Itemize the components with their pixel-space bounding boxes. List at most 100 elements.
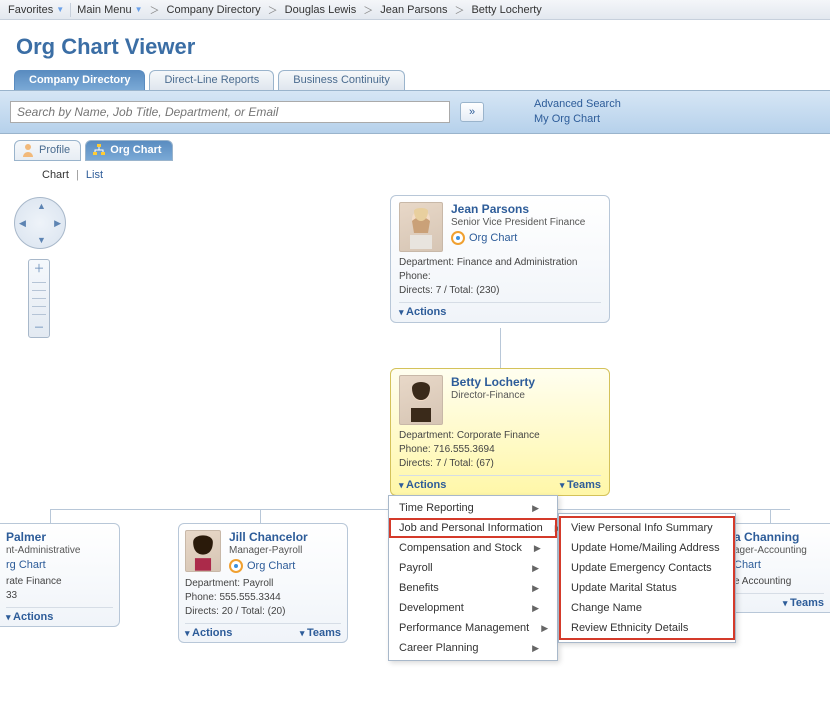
- directs-value: 7: [436, 285, 442, 296]
- zoom-out-button[interactable]: －: [29, 322, 49, 334]
- person-card-child[interactable]: a Channing ager-Accounting Chart e Accou…: [727, 523, 830, 613]
- actions-dropdown[interactable]: Actions: [6, 611, 53, 623]
- menu-item-payroll[interactable]: Payroll▶: [389, 558, 557, 578]
- org-chart-link[interactable]: Org Chart: [229, 559, 308, 573]
- avatar: [399, 202, 443, 252]
- avatar: [185, 530, 221, 572]
- chevron-right-icon: ＞: [360, 2, 376, 17]
- tab-profile[interactable]: Profile: [14, 140, 81, 161]
- menu-item-development[interactable]: Development▶: [389, 598, 557, 618]
- person-card-child[interactable]: Jill Chancelor Manager-Payroll Org Chart…: [178, 523, 348, 643]
- chevron-right-icon: ▶: [534, 543, 541, 554]
- menu-item-time-reporting[interactable]: Time Reporting▶: [389, 498, 557, 518]
- tab-company-directory[interactable]: Company Directory: [14, 70, 145, 90]
- actions-menu: Time Reporting▶ Job and Personal Informa…: [388, 495, 558, 661]
- pan-down-button[interactable]: ▼: [37, 235, 46, 245]
- tab-org-chart[interactable]: Org Chart: [85, 140, 172, 161]
- view-toggle: Chart | List: [0, 161, 830, 185]
- job-title: ager-Accounting: [734, 545, 824, 556]
- zoom-slider[interactable]: ＋ －: [28, 259, 50, 338]
- teams-dropdown[interactable]: Teams: [783, 597, 824, 609]
- tab-org-chart-label: Org Chart: [110, 144, 161, 156]
- chevron-right-icon: ▶: [532, 503, 539, 514]
- breadcrumb[interactable]: Jean Parsons: [376, 4, 451, 16]
- org-chart-canvas[interactable]: ▲ ▼ ◀ ▶ ＋ － Jean Parsons Senior Vice Pre…: [0, 191, 830, 711]
- dept-value: Finance and Administration: [457, 257, 578, 268]
- org-chart-link[interactable]: Chart: [734, 559, 824, 571]
- job-title: Senior Vice President Finance: [451, 217, 585, 228]
- menu-item-update-home-address[interactable]: Update Home/Mailing Address: [561, 538, 733, 558]
- person-card-parent[interactable]: Jean Parsons Senior Vice President Finan…: [390, 195, 610, 323]
- total-label: Total:: [449, 285, 473, 296]
- person-name-link[interactable]: a Channing: [734, 530, 824, 544]
- chevron-right-icon: ▶: [532, 563, 539, 574]
- menu-item-view-personal-info[interactable]: View Personal Info Summary: [561, 518, 733, 538]
- dept-value: Payroll: [243, 578, 274, 589]
- actions-dropdown[interactable]: Actions: [399, 306, 446, 318]
- menu-item-benefits[interactable]: Benefits▶: [389, 578, 557, 598]
- actions-dropdown[interactable]: Actions: [399, 479, 446, 491]
- breadcrumb-bar: Favorites▼ Main Menu▼ ＞ Company Director…: [0, 0, 830, 20]
- teams-dropdown[interactable]: Teams: [300, 627, 341, 639]
- tab-direct-line-reports[interactable]: Direct-Line Reports: [149, 70, 274, 90]
- person-name-link[interactable]: Betty Locherty: [451, 375, 535, 389]
- jpi-submenu: View Personal Info Summary Update Home/M…: [558, 513, 736, 643]
- teams-dropdown[interactable]: Teams: [560, 479, 601, 491]
- menu-item-career-planning[interactable]: Career Planning▶: [389, 638, 557, 658]
- dept-label: Department:: [399, 257, 454, 268]
- person-name-link[interactable]: Palmer: [6, 530, 113, 544]
- pan-right-button[interactable]: ▶: [54, 218, 61, 229]
- menu-item-compensation-stock[interactable]: Compensation and Stock▶: [389, 538, 557, 558]
- search-bar: » Advanced Search My Org Chart: [0, 90, 830, 134]
- view-list-link[interactable]: List: [86, 169, 103, 181]
- person-name-link[interactable]: Jill Chancelor: [229, 530, 308, 544]
- directs-value: 7: [436, 458, 442, 469]
- org-chart-link[interactable]: Org Chart: [451, 231, 585, 245]
- phone-label: Phone:: [399, 271, 431, 282]
- page-title: Org Chart Viewer: [0, 20, 830, 70]
- tab-business-continuity[interactable]: Business Continuity: [278, 70, 405, 90]
- breadcrumb[interactable]: Company Directory: [163, 4, 265, 16]
- menu-item-change-name[interactable]: Change Name: [561, 598, 733, 618]
- menu-item-update-marital-status[interactable]: Update Marital Status: [561, 578, 733, 598]
- breadcrumb[interactable]: Betty Locherty: [467, 4, 545, 16]
- person-card-focus[interactable]: Betty Locherty Director-Finance Departme…: [390, 368, 610, 496]
- zoom-in-button[interactable]: ＋: [29, 263, 49, 275]
- chevron-down-icon: ▼: [56, 5, 64, 14]
- actions-dropdown[interactable]: Actions: [185, 627, 232, 639]
- person-name-link[interactable]: Jean Parsons: [451, 202, 585, 216]
- pan-up-button[interactable]: ▲: [37, 201, 46, 211]
- menu-item-job-personal-info[interactable]: Job and Personal Information▶: [389, 518, 557, 538]
- avatar: [399, 375, 443, 425]
- pan-pad[interactable]: ▲ ▼ ◀ ▶: [14, 197, 66, 249]
- menu-item-performance[interactable]: Performance Management▶: [389, 618, 557, 638]
- org-chart-link[interactable]: rg Chart: [6, 559, 113, 571]
- favorites-menu[interactable]: Favorites▼: [4, 4, 68, 16]
- chevron-right-icon: ▶: [532, 643, 539, 654]
- menu-item-review-ethnicity[interactable]: Review Ethnicity Details: [561, 618, 733, 638]
- advanced-search-link[interactable]: Advanced Search: [534, 97, 621, 112]
- chevron-right-icon: ▶: [532, 603, 539, 614]
- phone-value: 33: [6, 590, 17, 601]
- chevron-right-icon: ▶: [541, 623, 548, 634]
- connector-line: [770, 509, 771, 523]
- person-card-child[interactable]: Palmer nt-Administrative rg Chart rate F…: [0, 523, 120, 627]
- job-title: Manager-Payroll: [229, 545, 308, 556]
- breadcrumb[interactable]: Douglas Lewis: [281, 4, 361, 16]
- search-input[interactable]: [10, 101, 450, 123]
- menu-item-update-emergency-contacts[interactable]: Update Emergency Contacts: [561, 558, 733, 578]
- view-chart-current: Chart: [42, 169, 69, 181]
- chevron-right-icon: ＞: [265, 2, 281, 17]
- phone-value: 716.555.3694: [433, 444, 494, 455]
- chevron-right-icon: ▶: [532, 583, 539, 594]
- pan-left-button[interactable]: ◀: [19, 218, 26, 229]
- double-chevron-icon: »: [469, 106, 475, 118]
- dept-value: e Accounting: [734, 576, 791, 587]
- hierarchy-icon: [92, 143, 106, 157]
- my-org-chart-link[interactable]: My Org Chart: [534, 112, 621, 127]
- main-menu[interactable]: Main Menu▼: [73, 4, 146, 16]
- search-go-button[interactable]: »: [460, 102, 484, 122]
- chevron-right-icon: ＞: [451, 2, 467, 17]
- pan-zoom-control: ▲ ▼ ◀ ▶ ＋ －: [14, 197, 68, 338]
- connector-line: [260, 509, 261, 523]
